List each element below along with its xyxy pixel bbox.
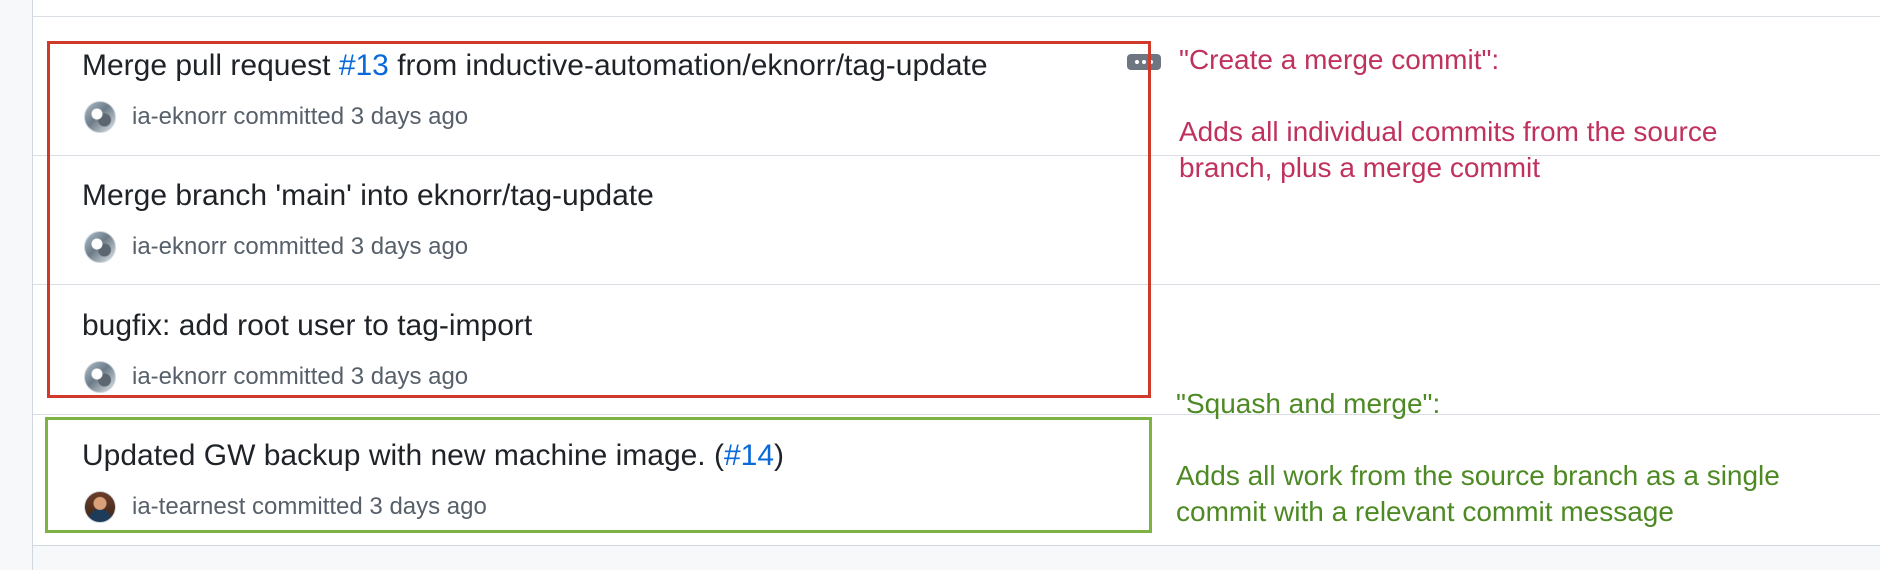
list-footer — [33, 545, 1880, 570]
merge-commit-annotation-text: branch, plus a merge commit — [1179, 152, 1541, 183]
merge-commit-annotation-heading: "Create a merge commit": — [1179, 44, 1500, 75]
timeline-gutter — [0, 0, 33, 570]
squash-merge-annotation-heading: "Squash and merge": — [1176, 388, 1441, 419]
squash-merge-annotation-text: commit with a relevant commit message — [1176, 496, 1674, 527]
squash-merge-annotation-text: Adds all work from the source branch as … — [1176, 460, 1780, 491]
row-divider — [33, 414, 1880, 415]
row-divider — [33, 16, 1880, 17]
squash-merge-highlight-box — [45, 417, 1152, 533]
merge-commit-highlight-box — [47, 41, 1151, 398]
merge-commit-annotation-text: Adds all individual commits from the sou… — [1179, 116, 1718, 147]
